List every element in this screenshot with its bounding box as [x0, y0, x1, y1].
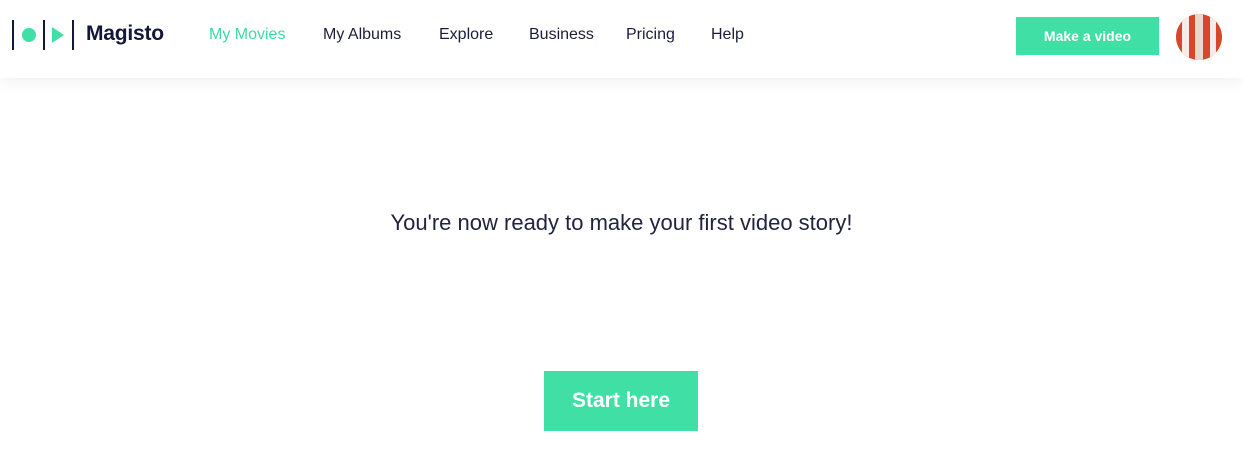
- avatar-image-detail: [1182, 14, 1189, 60]
- magisto-logo-icon[interactable]: [12, 18, 76, 52]
- start-here-button[interactable]: Start here: [544, 371, 698, 431]
- nav-item-pricing[interactable]: Pricing: [626, 26, 675, 44]
- make-a-video-button[interactable]: Make a video: [1016, 17, 1159, 55]
- welcome-message: You're now ready to make your first vide…: [390, 210, 853, 235]
- avatar-image-detail: [1210, 14, 1216, 60]
- nav-item-my-albums[interactable]: My Albums: [323, 26, 401, 44]
- nav-item-explore[interactable]: Explore: [439, 26, 493, 44]
- nav-item-my-movies[interactable]: My Movies: [209, 26, 285, 44]
- nav-item-help[interactable]: Help: [711, 26, 744, 44]
- top-navigation-bar: Magisto My Movies My Albums Explore Busi…: [0, 0, 1243, 78]
- user-avatar[interactable]: [1176, 14, 1222, 60]
- avatar-image-detail: [1195, 14, 1203, 60]
- nav-item-business[interactable]: Business: [529, 26, 594, 44]
- brand-name[interactable]: Magisto: [86, 22, 164, 46]
